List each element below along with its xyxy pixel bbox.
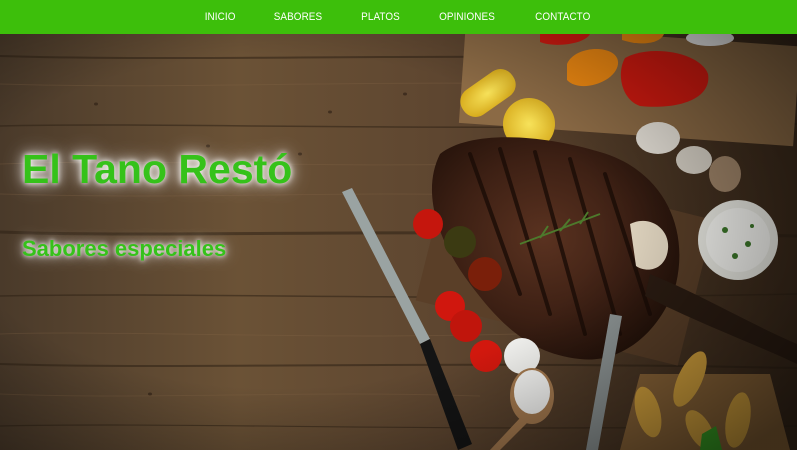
- page: INICIO SABORES PLATOS OPINIONES CONTACTO: [0, 0, 797, 450]
- nav-link-sabores[interactable]: SABORES: [274, 0, 323, 34]
- nav-link-contacto[interactable]: CONTACTO: [535, 0, 590, 34]
- nav-link-platos[interactable]: PLATOS: [361, 0, 400, 34]
- nav-link-opiniones[interactable]: OPINIONES: [439, 0, 495, 34]
- restaurant-title: El Tano Restó: [22, 146, 293, 192]
- top-navigation-bar: INICIO SABORES PLATOS OPINIONES CONTACTO: [0, 0, 797, 34]
- restaurant-tagline: Sabores especiales: [22, 236, 227, 261]
- nav-link-inicio[interactable]: INICIO: [205, 0, 236, 34]
